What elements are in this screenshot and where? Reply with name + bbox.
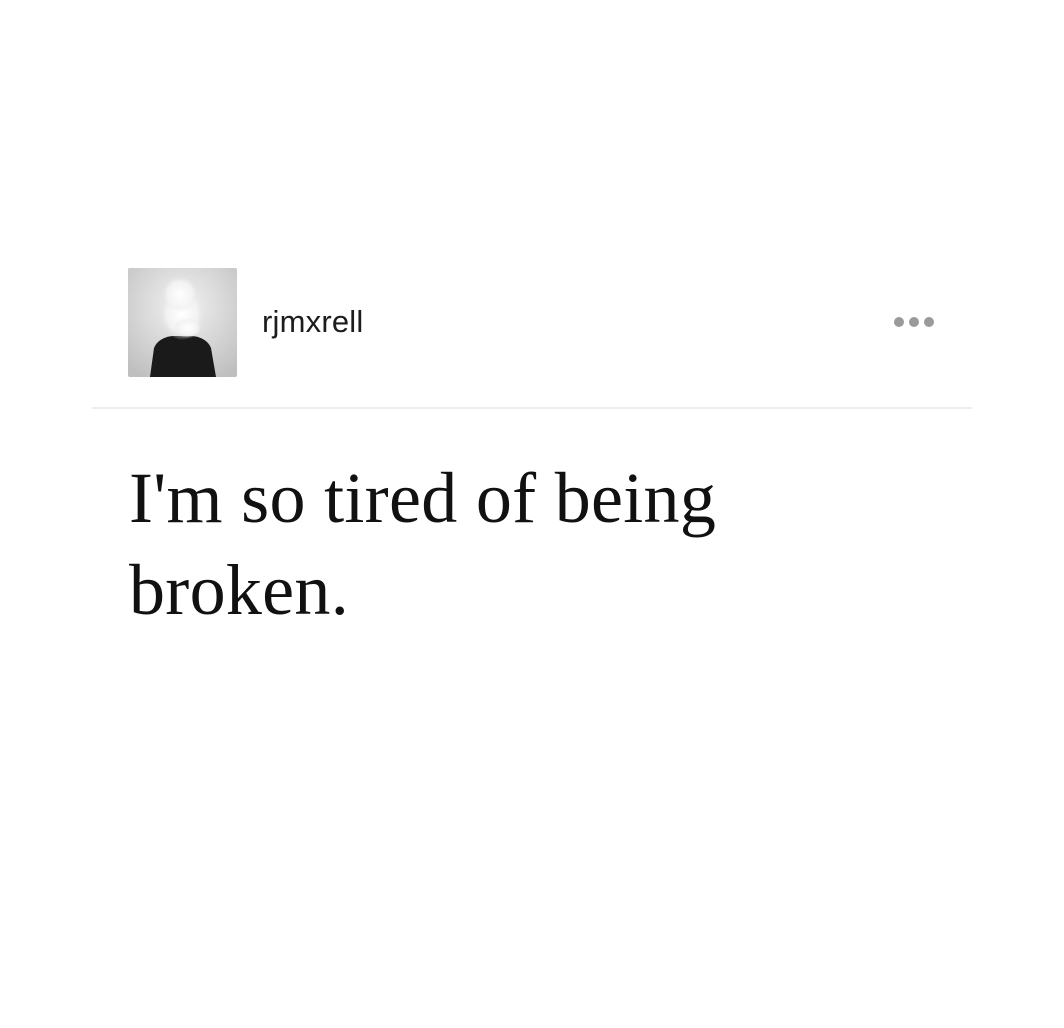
more-horizontal-icon: [894, 317, 934, 327]
post-card: rjmxrell I'm so tired of being broken.: [92, 268, 972, 630]
avatar-photo: [128, 268, 237, 377]
more-options-button[interactable]: [892, 308, 936, 336]
author-username[interactable]: rjmxrell: [262, 304, 363, 340]
post-text: I'm so tired of being broken.: [129, 458, 717, 630]
post-header: rjmxrell: [92, 268, 972, 378]
header-divider: [92, 407, 972, 409]
avatar[interactable]: [128, 268, 237, 377]
